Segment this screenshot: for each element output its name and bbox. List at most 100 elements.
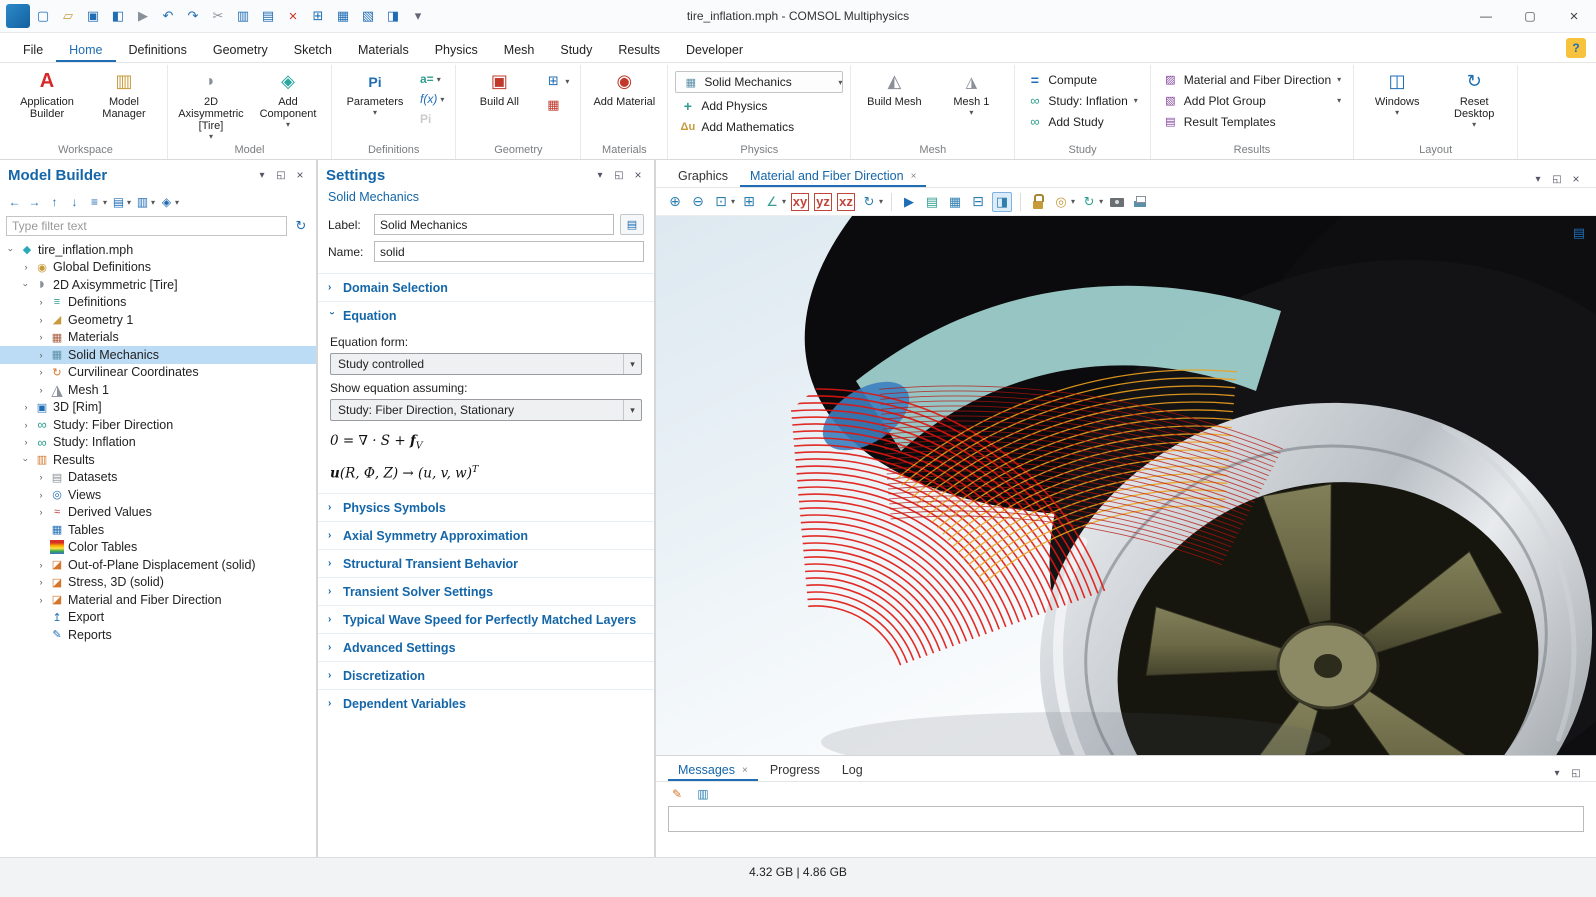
float-panel-icon[interactable]: ◱ (1568, 765, 1584, 781)
panel-menu-icon[interactable]: ▾ (592, 167, 608, 183)
label-input[interactable] (374, 214, 614, 235)
messages-log[interactable] (668, 806, 1584, 832)
new-file-icon[interactable]: ▢ (31, 4, 55, 28)
section-axial-symmetry-approximation[interactable]: ›Axial Symmetry Approximation (318, 521, 654, 549)
snapshot-button[interactable] (1108, 193, 1126, 211)
go-to-view-button[interactable]: ∠▾ (763, 193, 786, 211)
expand-arrow-icon[interactable]: › (36, 385, 46, 395)
reset-desktop-button[interactable]: ↻Reset Desktop▾ (1438, 66, 1510, 143)
tree-item-global-definitions[interactable]: ›◉Global Definitions (0, 259, 316, 277)
messages-tab-messages[interactable]: Messages× (668, 758, 758, 781)
delete-icon[interactable]: × (281, 4, 305, 28)
tree-item-tables[interactable]: ▦Tables (0, 521, 316, 539)
tree-item-geometry-1[interactable]: ›◢Geometry 1 (0, 311, 316, 329)
ribbon-tab-developer[interactable]: Developer (673, 37, 756, 62)
sound-button[interactable]: ▶ (900, 193, 918, 211)
go-forward-button[interactable]: → (26, 194, 43, 210)
delete-sequence-button[interactable]: ▦ (540, 95, 573, 115)
section-advanced-settings[interactable]: ›Advanced Settings (318, 633, 654, 661)
export-plot-data-button[interactable]: ⊟ (969, 193, 987, 211)
environment-reflections-button[interactable]: ◎▾ (1052, 193, 1075, 211)
tree-item-study-fiber-direction[interactable]: ›∞Study: Fiber Direction (0, 416, 316, 434)
expand-arrow-icon[interactable]: › (21, 437, 31, 447)
tree-item-mesh-1[interactable]: ›◮Mesh 1 (0, 381, 316, 399)
view-lock-button[interactable] (1029, 193, 1047, 211)
tree-item-color-tables[interactable]: Color Tables (0, 539, 316, 557)
paste-icon[interactable]: ▤ (256, 4, 280, 28)
move-up-button[interactable]: ↑ (46, 194, 63, 210)
redo-icon[interactable]: ↷ (181, 4, 205, 28)
2d-axisymmetric-tire-button[interactable]: ◗2D Axisymmetric [Tire]▾ (175, 66, 247, 143)
tree-item-curvilinear-coordinates[interactable]: ›↻Curvilinear Coordinates (0, 364, 316, 382)
save-icon[interactable]: ▣ (81, 4, 105, 28)
refresh-icon[interactable]: ↻ (292, 217, 310, 235)
collapse-arrow-icon[interactable]: › (6, 245, 16, 255)
tree-item-export[interactable]: ↥Export (0, 609, 316, 627)
expand-arrow-icon[interactable]: › (36, 332, 46, 342)
close-panel-icon[interactable]: × (630, 167, 646, 183)
tree-item-materials[interactable]: ›▦Materials (0, 329, 316, 347)
update-scene-button[interactable]: ↻▾ (1080, 193, 1103, 211)
add-study-button[interactable]: ∞Add Study (1022, 113, 1142, 130)
run-icon[interactable]: ▶ (131, 4, 155, 28)
graphics-tab-material-and-fiber-direction[interactable]: Material and Fiber Direction× (740, 164, 926, 187)
help-button[interactable]: ? (1566, 38, 1586, 58)
show-text-options-button[interactable]: ▤▾ (110, 194, 131, 210)
ribbon-tab-mesh[interactable]: Mesh (491, 37, 548, 62)
compute-button[interactable]: =Compute (1022, 71, 1142, 88)
view-xy-button[interactable]: xy (791, 193, 809, 211)
section-transient-solver-settings[interactable]: ›Transient Solver Settings (318, 577, 654, 605)
application-builder-button[interactable]: AApplication Builder (11, 66, 83, 143)
expand-arrow-icon[interactable]: › (21, 402, 31, 412)
expand-arrow-icon[interactable]: › (36, 297, 46, 307)
save-as-icon[interactable]: ◧ (106, 4, 130, 28)
close-tab-icon[interactable]: × (911, 171, 917, 182)
ribbon-tab-materials[interactable]: Materials (345, 37, 422, 62)
move-down-button[interactable]: ↓ (66, 194, 83, 210)
float-panel-icon[interactable]: ◱ (1549, 171, 1565, 187)
section-discretization[interactable]: ›Discretization (318, 661, 654, 689)
build-all-button[interactable]: ▣Build All (463, 66, 535, 143)
insert-matrix-icon[interactable]: ⊞ (306, 4, 330, 28)
image-to-clipboard-button[interactable]: ▤ (923, 193, 941, 211)
functions-button[interactable]: f(x)▾ (416, 91, 448, 107)
mesh-1-button[interactable]: ◮Mesh 1▾ (935, 66, 1007, 143)
tree-item-out-of-plane-displacement-solid[interactable]: ›◪Out-of-Plane Displacement (solid) (0, 556, 316, 574)
zoom-box-button[interactable]: ⊡▾ (712, 193, 735, 211)
tree-item-results[interactable]: ›▥Results (0, 451, 316, 469)
minimize-icon[interactable]: — (1464, 0, 1508, 33)
add-component-button[interactable]: ◈Add Component▾ (252, 66, 324, 143)
build-mesh-button[interactable]: ◭Build Mesh (858, 66, 930, 143)
add-physics-button[interactable]: +Add Physics (675, 97, 843, 114)
insert-sequence-button[interactable]: ⊞▾ (540, 71, 573, 91)
equation-form-select[interactable]: Study controlled ▾ (330, 353, 642, 375)
tree-item-stress-3d-solid[interactable]: ›◪Stress, 3D (solid) (0, 574, 316, 592)
expand-arrow-icon[interactable]: › (36, 472, 46, 482)
parameters-button[interactable]: PiParameters▾ (339, 66, 411, 143)
maximize-icon[interactable]: ▢ (1508, 0, 1552, 33)
expand-arrow-icon[interactable]: › (21, 420, 31, 430)
expand-arrow-icon[interactable]: › (36, 350, 46, 360)
label-options-button[interactable]: ◈▾ (158, 194, 179, 210)
clear-messages-button[interactable]: ✎ (669, 786, 685, 802)
print-button[interactable] (1131, 193, 1149, 211)
panel-menu-icon[interactable]: ▾ (254, 167, 270, 183)
tree-item-datasets[interactable]: ›▤Datasets (0, 469, 316, 487)
copy-messages-button[interactable]: ▥ (695, 786, 711, 802)
section-domain-selection[interactable]: ›Domain Selection (318, 273, 654, 301)
zoom-in-button[interactable]: ⊕ (666, 193, 684, 211)
tree-item-solid-mechanics[interactable]: ›▦Solid Mechanics (0, 346, 316, 364)
open-file-icon[interactable]: ▱ (56, 4, 80, 28)
show-equation-assuming-select[interactable]: Study: Fiber Direction, Stationary ▾ (330, 399, 642, 421)
tree-item-derived-values[interactable]: ›≈Derived Values (0, 504, 316, 522)
ribbon-tab-results[interactable]: Results (605, 37, 673, 62)
collapse-arrow-icon[interactable]: › (21, 280, 31, 290)
study-inflation-button[interactable]: ∞Study: Inflation▾ (1022, 92, 1142, 109)
panel-menu-icon[interactable]: ▾ (1549, 765, 1565, 781)
variables-button[interactable]: a=▾ (416, 71, 448, 87)
float-panel-icon[interactable]: ◱ (611, 167, 627, 183)
parameter-case-button[interactable]: Pi (416, 111, 448, 127)
close-panel-icon[interactable]: × (292, 167, 308, 183)
app-logo-icon[interactable] (6, 4, 30, 28)
float-panel-icon[interactable]: ◱ (273, 167, 289, 183)
